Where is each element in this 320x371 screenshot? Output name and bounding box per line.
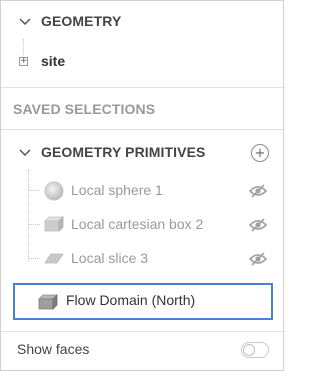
tree-connector: [23, 39, 24, 55]
show-faces-label: Show faces: [17, 341, 90, 357]
box-icon: [38, 294, 58, 310]
box-icon: [44, 216, 64, 232]
show-faces-toggle[interactable]: [241, 342, 269, 358]
plus-icon: +: [254, 145, 266, 161]
geometry-section-title[interactable]: GEOMETRY: [41, 13, 121, 29]
eye-off-icon[interactable]: [249, 184, 267, 198]
eye-off-icon[interactable]: [249, 252, 267, 266]
chevron-down-icon[interactable]: [17, 14, 33, 30]
divider: [1, 331, 285, 332]
geometry-primitives-title[interactable]: GEOMETRY PRIMITIVES: [41, 144, 205, 160]
divider: [1, 129, 285, 130]
item-label: Flow Domain (North): [66, 292, 196, 308]
item-label: Local sphere 1: [71, 182, 163, 198]
item-label: Local cartesian box 2: [71, 216, 204, 232]
chevron-down-icon[interactable]: [17, 145, 33, 161]
expand-icon[interactable]: +: [19, 57, 28, 66]
add-primitive-button[interactable]: +: [251, 144, 269, 162]
saved-selections-title[interactable]: SAVED SELECTIONS: [13, 101, 155, 117]
tree-connector: [28, 169, 29, 261]
tree-connector: [28, 258, 40, 259]
slice-icon: [44, 253, 64, 264]
sphere-icon: [44, 181, 64, 201]
item-label: Local slice 3: [71, 250, 149, 266]
divider: [1, 87, 285, 88]
tree-item-flow-domain-north[interactable]: Flow Domain (North): [13, 283, 273, 320]
scene-tree-panel: GEOMETRY + site SAVED SELECTIONS GEOMETR…: [0, 0, 285, 371]
tree-connector: [28, 224, 40, 225]
tree-connector: [28, 190, 40, 191]
toggle-knob: [243, 344, 255, 356]
eye-off-icon[interactable]: [249, 218, 267, 232]
tree-item-site[interactable]: site: [41, 53, 65, 69]
